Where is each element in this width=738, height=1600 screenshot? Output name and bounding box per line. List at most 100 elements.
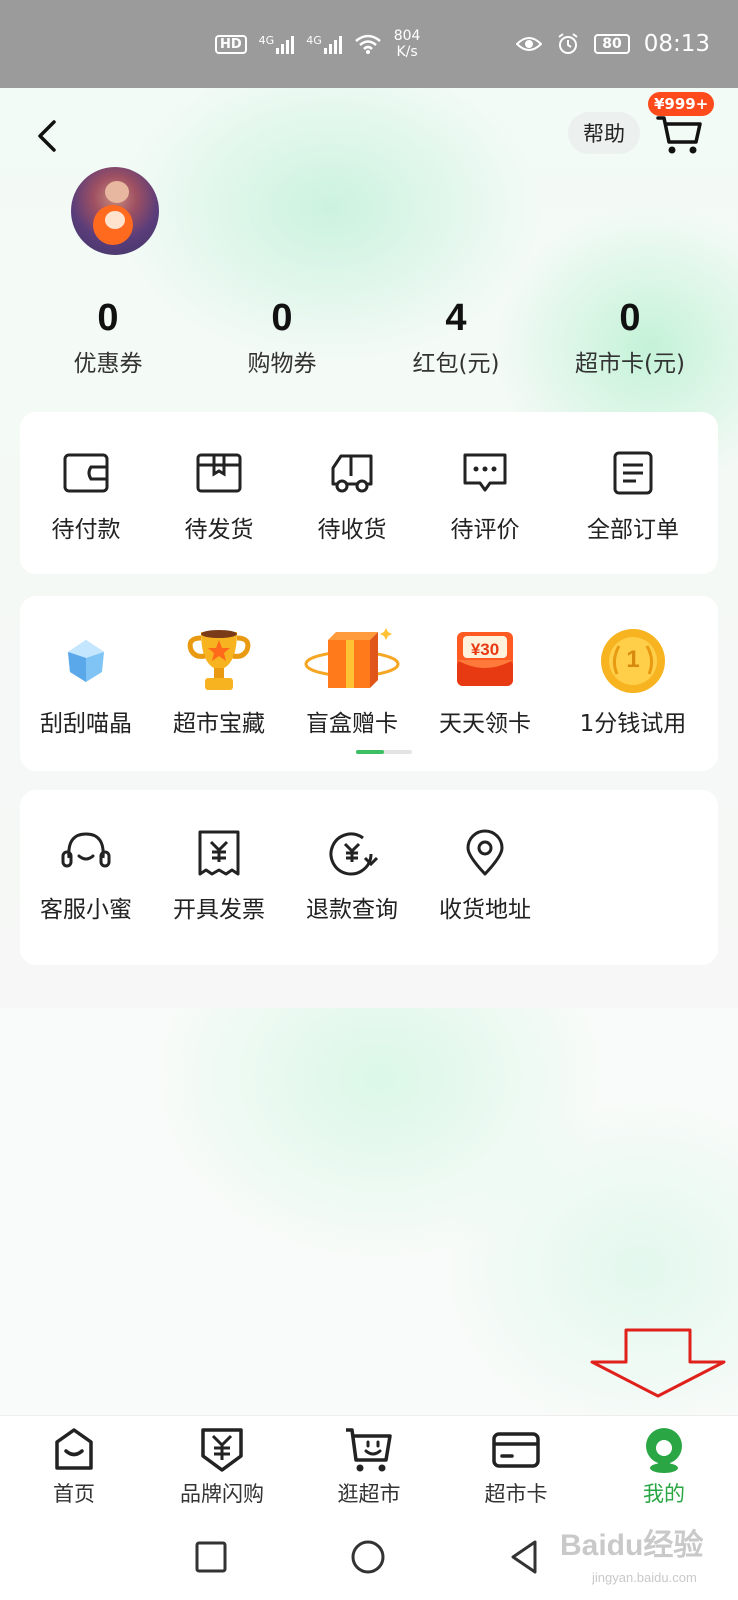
order-label: 待付款	[51, 517, 121, 543]
feature-supermarket-treasure[interactable]: 超市宝藏	[153, 626, 285, 738]
home-nav-icon[interactable]	[348, 1537, 388, 1577]
profile-icon	[646, 1428, 682, 1473]
bottom-tab-bar: 首页 品牌闪购 逛超市 超市卡 我的	[0, 1415, 738, 1515]
stat-red-packets[interactable]: 4 红包(元)	[376, 296, 536, 378]
tab-label: 我的	[643, 1482, 685, 1506]
headset-icon	[61, 832, 111, 868]
feature-one-cent-trial[interactable]: 1 1分钱试用	[563, 626, 703, 738]
feature-label: 超市宝藏	[173, 711, 265, 737]
service-label: 开具发票	[173, 897, 265, 923]
stat-value: 0	[97, 297, 119, 339]
order-list-icon	[613, 451, 653, 495]
wifi-icon	[354, 34, 381, 54]
stat-coupons[interactable]: 0 优惠券	[28, 296, 188, 378]
cart-badge: ¥999+	[648, 92, 715, 116]
watermark-brand: Baidu经验	[560, 1529, 704, 1562]
tab-label: 品牌闪购	[180, 1482, 264, 1506]
back-nav-icon[interactable]	[505, 1537, 545, 1577]
stat-value: 0	[619, 297, 641, 339]
feature-label: 盲盒赠卡	[306, 711, 398, 737]
crystal-icon	[68, 640, 104, 682]
order-all[interactable]: 全部订单	[563, 450, 703, 544]
eye-icon	[516, 37, 543, 51]
feature-daily-card[interactable]: ¥30 天天领卡	[419, 626, 551, 738]
order-pending-review[interactable]: 待评价	[419, 450, 551, 544]
tab-label: 逛超市	[337, 1482, 401, 1506]
invoice-icon	[198, 830, 240, 876]
tab-mine[interactable]: 我的	[594, 1426, 734, 1508]
cart-face-icon	[346, 1428, 392, 1472]
avatar[interactable]	[71, 167, 159, 255]
speed-unit: K/s	[396, 44, 418, 60]
order-pending-payment[interactable]: 待付款	[20, 450, 152, 544]
stat-label: 红包(元)	[412, 351, 500, 377]
status-right: 80 08:13	[516, 31, 710, 57]
flash-sale-icon	[201, 1428, 243, 1472]
net2-label: 4G	[306, 34, 322, 47]
clock: 08:13	[643, 31, 710, 57]
card-30-badge: ¥30	[470, 640, 500, 659]
comment-icon	[463, 453, 507, 492]
card-icon	[492, 1432, 540, 1468]
service-shipping-address[interactable]: 收货地址	[419, 828, 551, 924]
watermark: Baidu经验 jingyan.baidu.com	[560, 1520, 730, 1595]
order-label: 待评价	[450, 517, 520, 543]
watermark-url: jingyan.baidu.com	[592, 1570, 697, 1585]
tab-brand-flash-sale[interactable]: 品牌闪购	[152, 1426, 292, 1508]
network-speed: 804 K/s	[394, 28, 421, 60]
service-invoice[interactable]: 开具发票	[153, 828, 285, 924]
alarm-icon	[558, 33, 578, 54]
gift-box-icon	[304, 628, 400, 688]
orders-card: 待付款 待发货 待收货 待评价 全部订单	[20, 412, 718, 574]
stat-shopping-vouchers[interactable]: 0 购物券	[202, 296, 362, 378]
feature-label: 天天领卡	[439, 711, 531, 737]
order-pending-shipment[interactable]: 待发货	[153, 450, 285, 544]
card-30-icon	[457, 632, 513, 686]
stat-label: 优惠券	[73, 351, 143, 377]
tab-browse-supermarket[interactable]: 逛超市	[299, 1426, 439, 1508]
service-label: 退款查询	[306, 897, 398, 923]
coin-badge: 1	[626, 646, 640, 673]
service-customer-support[interactable]: 客服小蜜	[20, 828, 152, 924]
home-icon	[55, 1428, 93, 1470]
stat-value: 0	[271, 297, 293, 339]
feature-scratch-crystal[interactable]: 刮刮喵晶	[20, 626, 152, 738]
speed-value: 804	[393, 28, 421, 44]
signal-1-icon: 4G	[259, 34, 295, 54]
service-refund-query[interactable]: 退款查询	[286, 828, 418, 924]
tab-supermarket-card[interactable]: 超市卡	[446, 1426, 586, 1508]
tab-label: 首页	[53, 1482, 95, 1506]
feature-label: 刮刮喵晶	[40, 711, 132, 737]
annotation-arrow-icon	[590, 1328, 726, 1398]
signal-2-icon: 4G	[306, 34, 342, 54]
help-button[interactable]: 帮助	[568, 112, 640, 154]
tab-label: 超市卡	[484, 1482, 548, 1506]
net1-label: 4G	[258, 34, 275, 47]
stat-value: 4	[445, 297, 467, 339]
status-bar: HD 4G 4G 804 K/s 80 08:13	[0, 0, 738, 88]
wallet-icon	[63, 453, 109, 493]
features-card: 刮刮喵晶 超市宝藏 盲盒赠卡 ¥30 天天领卡 1 1分钱试用	[20, 596, 718, 771]
package-icon	[196, 453, 242, 493]
hd-indicator: HD	[215, 34, 247, 54]
location-icon	[466, 829, 504, 876]
stat-label: 超市卡(元)	[575, 351, 685, 377]
services-card: 客服小蜜 开具发票 退款查询 收货地址	[20, 790, 718, 965]
recent-apps-icon[interactable]	[191, 1537, 231, 1577]
back-icon[interactable]	[30, 116, 70, 156]
tab-home[interactable]: 首页	[4, 1426, 144, 1508]
features-scroll-indicator	[356, 750, 412, 754]
stat-supermarket-card[interactable]: 0 超市卡(元)	[550, 296, 710, 378]
order-label: 待发货	[184, 517, 254, 543]
feature-label: 1分钱试用	[579, 711, 687, 737]
service-label: 客服小蜜	[40, 897, 132, 923]
stat-label: 购物券	[247, 351, 317, 377]
refund-icon	[329, 832, 379, 876]
order-label: 全部订单	[587, 517, 679, 543]
truck-icon	[331, 454, 373, 493]
trophy-icon	[187, 630, 251, 690]
order-pending-receipt[interactable]: 待收货	[286, 450, 418, 544]
feature-blind-box-card[interactable]: 盲盒赠卡	[286, 626, 418, 738]
order-label: 待收货	[317, 517, 387, 543]
battery-icon: 80	[594, 34, 630, 54]
